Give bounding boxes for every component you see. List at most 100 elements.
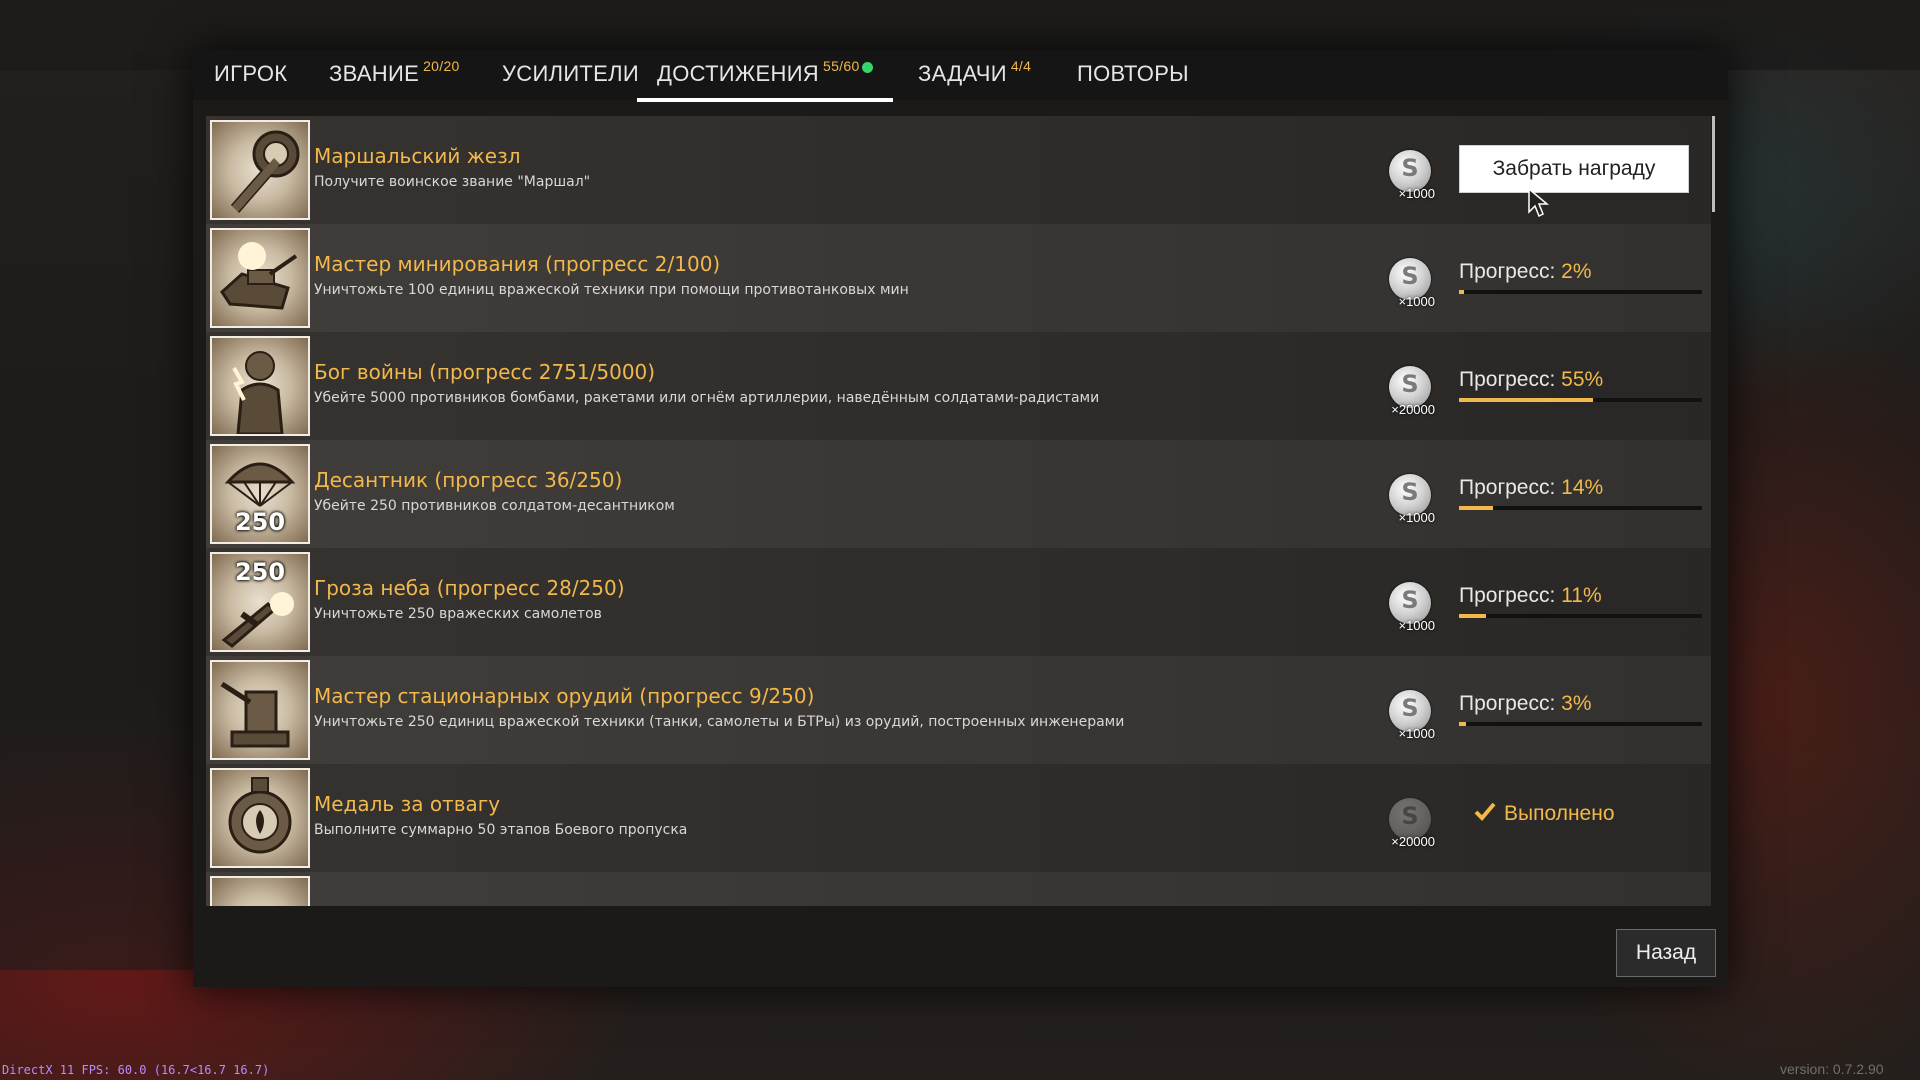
achievement-badge-icon [210,876,310,906]
progress-fill [1459,614,1486,618]
reward: ×1000 [1351,656,1435,764]
progress-label: Прогресс: 11% [1459,584,1602,608]
progress-fill [1459,506,1494,510]
tab-count: 55/60 [823,58,860,74]
achievement-title: Маршальский жезл [314,144,521,168]
reward-amount: ×1000 [1398,726,1435,741]
zeus-icon [210,336,310,436]
completed-label: Выполнено [1504,802,1615,825]
achievement-description: Убейте 5000 противников бомбами, ракетам… [314,390,1100,406]
progress-text: Прогресс: [1459,260,1562,283]
progress-bar [1459,506,1702,510]
reward: ×1000 [1351,548,1435,656]
tab-achievements[interactable]: ДОСТИЖЕНИЯ 55/60 [637,50,893,102]
back-button[interactable]: Назад [1616,929,1716,977]
achievement-description: Уничтожьте 100 единиц вражеской техники … [314,282,909,298]
progress-percent: 14% [1561,476,1604,499]
tab-count: 20/20 [423,58,460,74]
stationary-gun-icon [210,660,310,760]
reward: ×1000 [1351,116,1435,224]
reward: ×20000 [1351,764,1435,872]
achievement-description: Получите воинское звание "Маршал" [314,174,591,190]
progress-percent: 3% [1561,692,1592,715]
tab-boosters[interactable]: УСИЛИТЕЛИ [502,50,639,98]
progress-bar [1459,398,1702,402]
reward-amount: ×1000 [1398,510,1435,525]
progress-text: Прогресс: [1459,584,1562,607]
achievement-title: Мастер стационарных орудий (прогресс 9/2… [314,684,815,708]
achievement-description: Убейте 250 противников солдатом-десантни… [314,498,675,514]
reward: ×1000 [1351,224,1435,332]
completed-status: Выполнено [1474,800,1615,826]
progress-text: Прогресс: [1459,368,1562,391]
achievement-row: Маршальский жезл Получите воинское звани… [206,116,1711,224]
progress-label: Прогресс: 2% [1459,260,1592,284]
progress-percent: 11% [1561,584,1602,607]
marshal-baton-icon [210,120,310,220]
progress-text: Прогресс: [1459,692,1562,715]
reward: ×20000 [1351,332,1435,440]
tab-replays[interactable]: ПОВТОРЫ [1077,50,1189,98]
achievement-row: 250 Десантник (прогресс 36/250) Убейте 2… [206,440,1711,548]
background-left-panel [0,70,195,970]
medal-icon [210,768,310,868]
tab-tasks[interactable]: ЗАДАЧИ 4/4 [918,50,1031,98]
reward-amount: ×1000 [1398,618,1435,633]
progress-label: Прогресс: 55% [1459,368,1603,392]
achievement-row: Медаль за отвагу Выполните суммарно 50 э… [206,764,1711,872]
achievement-title: Медаль за отвагу [314,792,501,816]
fps-counter: DirectX 11 FPS: 60.0 (16.7<16.7 16.7) [2,1063,270,1077]
progress-fill [1459,722,1467,726]
achievement-description: Уничтожьте 250 единиц вражеской техники … [314,714,1125,730]
achievement-row [206,872,1711,906]
badge-number: 250 [234,558,286,586]
tab-player[interactable]: ИГРОК [214,50,287,98]
tab-count: 4/4 [1010,58,1032,74]
tab-label: ДОСТИЖЕНИЯ [657,61,819,86]
claim-reward-button[interactable]: Забрать награду [1459,145,1689,193]
mouse-cursor-icon [1528,188,1550,218]
tab-label: УСИЛИТЕЛИ [502,61,639,86]
tab-bar: ИГРОК ЗВАНИЕ 20/20 УСИЛИТЕЛИ ДОСТИЖЕНИЯ 55… [193,50,1728,102]
achievement-row: Бог войны (прогресс 2751/5000) Убейте 50… [206,332,1711,440]
tab-label: ПОВТОРЫ [1077,61,1189,86]
progress-fill [1459,290,1464,294]
progress-fill [1459,398,1593,402]
reward-amount: ×1000 [1398,186,1435,201]
reward-amount: ×1000 [1398,294,1435,309]
achievement-row: Мастер стационарных орудий (прогресс 9/2… [206,656,1711,764]
progress-percent: 2% [1561,260,1592,283]
tab-label: ЗВАНИЕ [329,61,420,86]
tab-label: ЗАДАЧИ [918,61,1007,86]
progress-percent: 55% [1561,368,1604,391]
reward-amount: ×20000 [1391,834,1435,849]
progress-bar [1459,290,1702,294]
checkmark-icon [1474,802,1496,821]
progress-label: Прогресс: 14% [1459,476,1603,500]
burning-plane-icon: 250 [210,552,310,652]
notification-dot-icon [861,62,873,73]
progress-text: Прогресс: [1459,476,1562,499]
achievement-row: 250 Гроза неба (прогресс 28/250) Уничтож… [206,548,1711,656]
achievements-list[interactable]: Маршальский жезл Получите воинское звани… [206,116,1711,906]
progress-bar [1459,614,1702,618]
parachute-icon: 250 [210,444,310,544]
achievement-description: Уничтожьте 250 вражеских самолетов [314,606,602,622]
achievement-description: Выполните суммарно 50 этапов Боевого про… [314,822,688,838]
badge-number: 250 [234,508,286,536]
version-label: version: 0.7.2.90 [1780,1061,1884,1077]
tab-rank[interactable]: ЗВАНИЕ 20/20 [329,50,460,98]
achievement-title: Гроза неба (прогресс 28/250) [314,576,625,600]
achievement-title: Мастер минирования (прогресс 2/100) [314,252,721,276]
achievement-title: Бог войны (прогресс 2751/5000) [314,360,656,384]
list-scrollbar[interactable] [1712,116,1715,212]
achievement-title: Десантник (прогресс 36/250) [314,468,623,492]
profile-window: ИГРОК ЗВАНИЕ 20/20 УСИЛИТЕЛИ ДОСТИЖЕНИЯ 55… [193,50,1728,987]
progress-label: Прогресс: 3% [1459,692,1592,716]
mine-tank-icon [210,228,310,328]
progress-bar [1459,722,1702,726]
reward-amount: ×20000 [1391,402,1435,417]
tab-label: ИГРОК [214,61,288,86]
reward: ×1000 [1351,440,1435,548]
achievement-row: Мастер минирования (прогресс 2/100) Унич… [206,224,1711,332]
